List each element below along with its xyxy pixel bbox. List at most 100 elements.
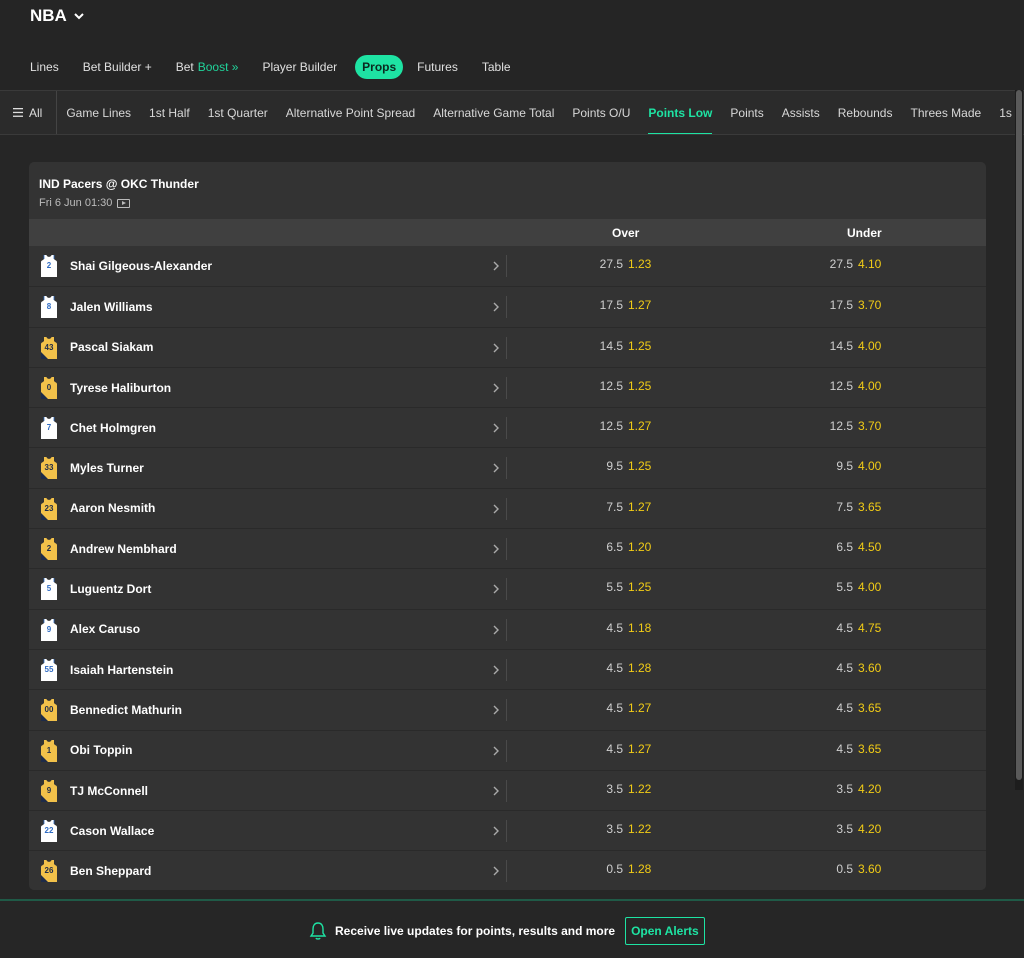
chevron-right-icon[interactable]: [491, 542, 501, 556]
chevron-right-icon[interactable]: [491, 703, 501, 717]
player-name[interactable]: Pascal Siakam: [70, 340, 153, 354]
player-name[interactable]: Ben Sheppard: [70, 864, 151, 878]
player-name[interactable]: Myles Turner: [70, 461, 144, 475]
under-odds-button[interactable]: 3.5 4.20: [799, 782, 929, 796]
bell-icon: [309, 922, 327, 940]
under-odds-button[interactable]: 17.5 3.70: [799, 298, 929, 312]
under-odds-button[interactable]: 14.5 4.00: [799, 339, 929, 353]
chevron-right-icon[interactable]: [491, 582, 501, 596]
jersey-number: 26: [44, 866, 54, 876]
tab-game-lines[interactable]: Game Lines: [57, 91, 140, 134]
column-divider: [506, 376, 507, 399]
over-odds-button[interactable]: 3.5 1.22: [569, 822, 699, 836]
open-alerts-button[interactable]: Open Alerts: [625, 917, 705, 945]
under-odds-button[interactable]: 12.5 3.70: [799, 419, 929, 433]
under-odds-button[interactable]: 4.5 3.65: [799, 701, 929, 715]
nav-item-player-builder[interactable]: Player Builder: [262, 55, 337, 79]
over-odds-button[interactable]: 4.5 1.27: [569, 701, 699, 715]
under-odds-button[interactable]: 27.5 4.10: [799, 257, 929, 271]
chevron-right-icon[interactable]: [491, 623, 501, 637]
over-price: 1.27: [628, 419, 652, 434]
nav-item-bet-builder[interactable]: Bet Builder +: [83, 55, 152, 79]
over-odds-button[interactable]: 12.5 1.25: [569, 379, 699, 393]
tab-assists[interactable]: Assists: [773, 91, 829, 134]
chevron-right-icon[interactable]: [491, 502, 501, 516]
under-odds-button[interactable]: 4.5 3.60: [799, 661, 929, 675]
jersey-number: 1: [46, 745, 52, 755]
chevron-right-icon[interactable]: [491, 824, 501, 838]
tab-points-low[interactable]: Points Low: [639, 91, 721, 134]
nav-item-bet[interactable]: Bet Boost »: [176, 55, 239, 79]
chevron-right-icon[interactable]: [491, 341, 501, 355]
over-odds-button[interactable]: 17.5 1.27: [569, 298, 699, 312]
chevron-right-icon[interactable]: [491, 784, 501, 798]
tab-threes-made[interactable]: Threes Made: [901, 91, 990, 134]
player-name[interactable]: Alex Caruso: [70, 622, 140, 636]
under-odds-button[interactable]: 0.5 3.60: [799, 862, 929, 876]
player-name[interactable]: Obi Toppin: [70, 743, 132, 757]
over-odds-button[interactable]: 0.5 1.28: [569, 862, 699, 876]
tab-1st-half[interactable]: 1st Half: [140, 91, 199, 134]
page-scrollbar[interactable]: [1015, 90, 1023, 790]
player-name[interactable]: Aaron Nesmith: [70, 501, 155, 515]
sport-selector[interactable]: NBA: [30, 6, 85, 26]
under-odds-button[interactable]: 7.5 3.65: [799, 500, 929, 514]
tab-points-o-u[interactable]: Points O/U: [563, 91, 639, 134]
player-name[interactable]: Chet Holmgren: [70, 421, 156, 435]
chevron-right-icon[interactable]: [491, 259, 501, 273]
tab-1st-quarter[interactable]: 1st Quarter: [199, 91, 277, 134]
player-name[interactable]: Isaiah Hartenstein: [70, 663, 173, 677]
player-name[interactable]: Tyrese Haliburton: [70, 381, 171, 395]
chevron-right-icon[interactable]: [491, 421, 501, 435]
player-name[interactable]: Bennedict Mathurin: [70, 703, 182, 717]
jersey-number: 22: [44, 826, 54, 836]
scrollbar-thumb[interactable]: [1016, 90, 1022, 780]
under-line: 4.5: [836, 620, 853, 635]
under-odds-button[interactable]: 6.5 4.50: [799, 540, 929, 554]
over-odds-button[interactable]: 27.5 1.23: [569, 257, 699, 271]
player-name[interactable]: Luguentz Dort: [70, 582, 151, 596]
under-line: 27.5: [829, 257, 853, 271]
over-odds-button[interactable]: 12.5 1.27: [569, 419, 699, 433]
all-markets-button[interactable]: All: [0, 91, 58, 134]
chevron-right-icon[interactable]: [491, 744, 501, 758]
over-odds-button[interactable]: 9.5 1.25: [569, 459, 699, 473]
under-odds-button[interactable]: 9.5 4.00: [799, 459, 929, 473]
event-time-row: Fri 6 Jun 01:30: [39, 197, 976, 209]
tab-alternative-game-total[interactable]: Alternative Game Total: [424, 91, 563, 134]
over-odds-button[interactable]: 3.5 1.22: [569, 782, 699, 796]
under-odds-button[interactable]: 3.5 4.20: [799, 822, 929, 836]
over-odds-button[interactable]: 4.5 1.28: [569, 661, 699, 675]
under-odds-button[interactable]: 5.5 4.00: [799, 580, 929, 594]
player-name[interactable]: Jalen Williams: [70, 300, 153, 314]
under-odds-button[interactable]: 4.5 3.65: [799, 742, 929, 756]
chevron-right-icon[interactable]: [491, 461, 501, 475]
tab-points[interactable]: Points: [721, 91, 772, 134]
over-odds-button[interactable]: 7.5 1.27: [569, 500, 699, 514]
player-name[interactable]: TJ McConnell: [70, 784, 148, 798]
nav-item-table[interactable]: Table: [482, 55, 511, 79]
chevron-right-icon[interactable]: [491, 381, 501, 395]
nav-item-lines[interactable]: Lines: [30, 55, 59, 79]
jersey-number: 2: [46, 261, 52, 270]
nav-item-props[interactable]: Props: [355, 55, 404, 79]
over-odds-button[interactable]: 14.5 1.25: [569, 339, 699, 353]
under-odds-button[interactable]: 12.5 4.00: [799, 379, 929, 393]
chevron-right-icon[interactable]: [491, 864, 501, 878]
over-odds-button[interactable]: 5.5 1.25: [569, 580, 699, 594]
chevron-right-icon[interactable]: [491, 663, 501, 677]
over-price: 1.28: [628, 862, 652, 877]
under-odds-button[interactable]: 4.5 4.75: [799, 621, 929, 635]
over-price: 1.27: [628, 499, 652, 514]
tab-alternative-point-spread[interactable]: Alternative Point Spread: [277, 91, 424, 134]
player-name[interactable]: Andrew Nembhard: [70, 542, 177, 556]
nav-item-futures[interactable]: Futures: [417, 55, 458, 79]
over-odds-button[interactable]: 6.5 1.20: [569, 540, 699, 554]
chevron-right-icon[interactable]: [491, 300, 501, 314]
over-odds-button[interactable]: 4.5 1.27: [569, 742, 699, 756]
player-name[interactable]: Cason Wallace: [70, 824, 154, 838]
tab-rebounds[interactable]: Rebounds: [829, 91, 902, 134]
over-odds-button[interactable]: 4.5 1.18: [569, 621, 699, 635]
tv-play-icon[interactable]: [117, 198, 131, 208]
player-name[interactable]: Shai Gilgeous-Alexander: [70, 259, 212, 273]
